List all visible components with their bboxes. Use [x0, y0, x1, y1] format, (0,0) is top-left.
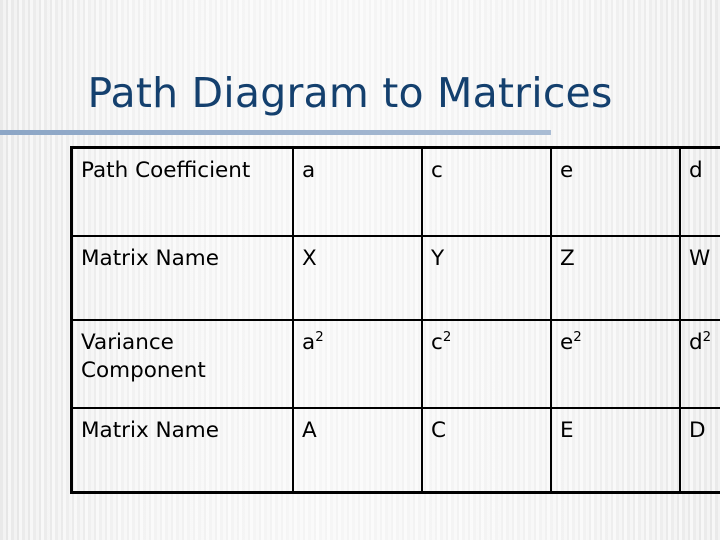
table-row: Matrix Name X Y Z W — [70, 235, 720, 321]
cell-text: D — [689, 418, 706, 443]
title-underline-rule — [0, 130, 551, 135]
cell-text: e — [560, 158, 574, 183]
cell-text: X — [302, 246, 317, 271]
cell-text: c — [431, 330, 443, 355]
cell-matrix-name-x: X — [292, 235, 423, 321]
row-label-path-coefficient: Path Coefficient — [70, 146, 294, 237]
cell-text: C — [431, 418, 447, 443]
cell-superscript: 2 — [702, 329, 712, 345]
cell-text: a — [302, 158, 316, 183]
cell-matrix-name-y: Y — [421, 235, 552, 321]
cell-variance-component-a2: a2 — [292, 319, 423, 409]
cell-matrix-name-d: D — [679, 407, 720, 494]
cell-matrix-name-c: C — [421, 407, 552, 494]
cell-variance-component-d2: d2 — [679, 319, 720, 409]
cell-superscript: 2 — [442, 329, 452, 345]
cell-text: c — [431, 158, 443, 183]
row-label-matrix-name-upper: Matrix Name — [70, 235, 294, 321]
cell-superscript: 2 — [315, 329, 324, 345]
cell-text: a — [302, 330, 316, 355]
cell-variance-component-c2: c2 — [421, 319, 552, 409]
table-row: Path Coefficient a c e d — [70, 146, 720, 237]
row-label-matrix-name-lower: Matrix Name — [70, 407, 294, 494]
slide-canvas: Path Diagram to Matrices Path Coefficien… — [0, 0, 720, 540]
cell-text: d — [689, 330, 703, 355]
cell-text: E — [560, 418, 574, 443]
path-coefficient-matrix-table: Path Coefficient a c e d Matrix Name X Y… — [70, 146, 720, 494]
cell-variance-component-e2: e2 — [550, 319, 681, 409]
cell-text: A — [302, 418, 317, 443]
table-row: Matrix Name A C E D — [70, 407, 720, 494]
cell-matrix-name-a: A — [292, 407, 423, 494]
row-label-variance-component: Variance Component — [70, 319, 294, 409]
cell-path-coefficient-a: a — [292, 146, 423, 237]
cell-path-coefficient-c: c — [421, 146, 552, 237]
cell-text: d — [689, 158, 703, 183]
table-body: Path Coefficient a c e d Matrix Name X Y… — [70, 146, 720, 494]
cell-matrix-name-w: W — [679, 235, 720, 321]
page-title: Path Diagram to Matrices — [87, 69, 613, 117]
cell-text: Z — [560, 246, 575, 271]
cell-matrix-name-e: E — [550, 407, 681, 494]
cell-path-coefficient-e: e — [550, 146, 681, 237]
cell-text: e — [560, 330, 574, 355]
table-row: Variance Component a2 c2 e2 d2 — [70, 319, 720, 409]
cell-matrix-name-z: Z — [550, 235, 681, 321]
cell-text: W — [689, 246, 711, 271]
cell-text: Y — [431, 246, 445, 271]
cell-superscript: 2 — [573, 329, 582, 345]
cell-path-coefficient-d: d — [679, 146, 720, 237]
